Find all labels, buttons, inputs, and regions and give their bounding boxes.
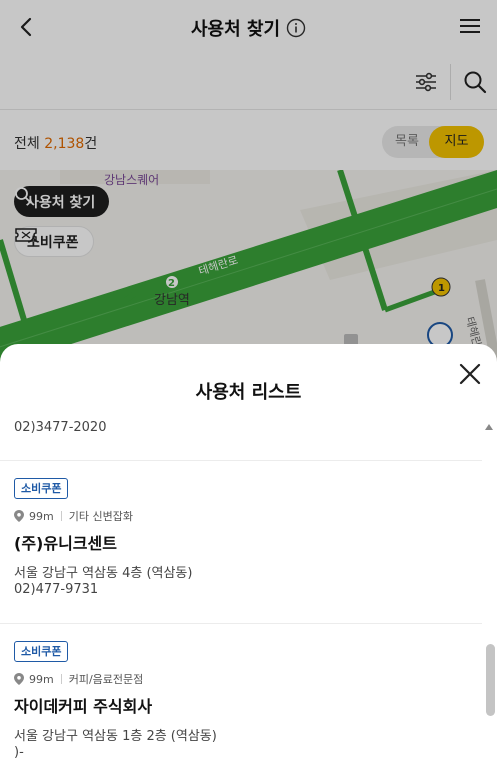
item-meta: 99m 기타 신변잡화 (14, 508, 133, 524)
location-pin-icon (14, 673, 24, 685)
item-address: 서울 강남구 역삼동 1층 2층 (역삼동) (14, 729, 217, 744)
scrollbar-thumb[interactable] (486, 644, 495, 716)
list-item-phone: 02)3477-2020 (14, 420, 107, 435)
location-pin-icon (14, 510, 24, 522)
place-list[interactable]: 02)3477-2020 소비쿠폰 99m 기타 신변잡화 (주)유니크센트 서… (0, 412, 497, 782)
list-divider (0, 623, 482, 624)
item-meta: 99m 커피/음료전문점 (14, 671, 143, 687)
place-list-sheet: 사용처 리스트 02)3477-2020 소비쿠폰 99m 기타 신변잡화 (주… (0, 344, 497, 782)
close-icon[interactable] (456, 360, 484, 388)
scroll-up-arrow-icon[interactable] (485, 424, 493, 430)
coupon-badge: 소비쿠폰 (14, 641, 69, 662)
item-phone: )- (14, 745, 24, 760)
sheet-title: 사용처 리스트 (195, 382, 302, 403)
item-distance: 99m (29, 509, 54, 523)
item-address: 서울 강남구 역삼동 4층 (역삼동) (14, 566, 193, 581)
list-divider (0, 460, 482, 461)
item-name: (주)유니크센트 (14, 534, 117, 553)
item-phone: 02)477-9731 (14, 582, 99, 597)
item-category: 커피/음료전문점 (68, 673, 144, 686)
item-name: 자이데커피 주식회사 (14, 697, 153, 716)
item-distance: 99m (29, 672, 54, 686)
coupon-badge: 소비쿠폰 (14, 478, 69, 499)
item-category: 기타 신변잡화 (68, 510, 133, 523)
